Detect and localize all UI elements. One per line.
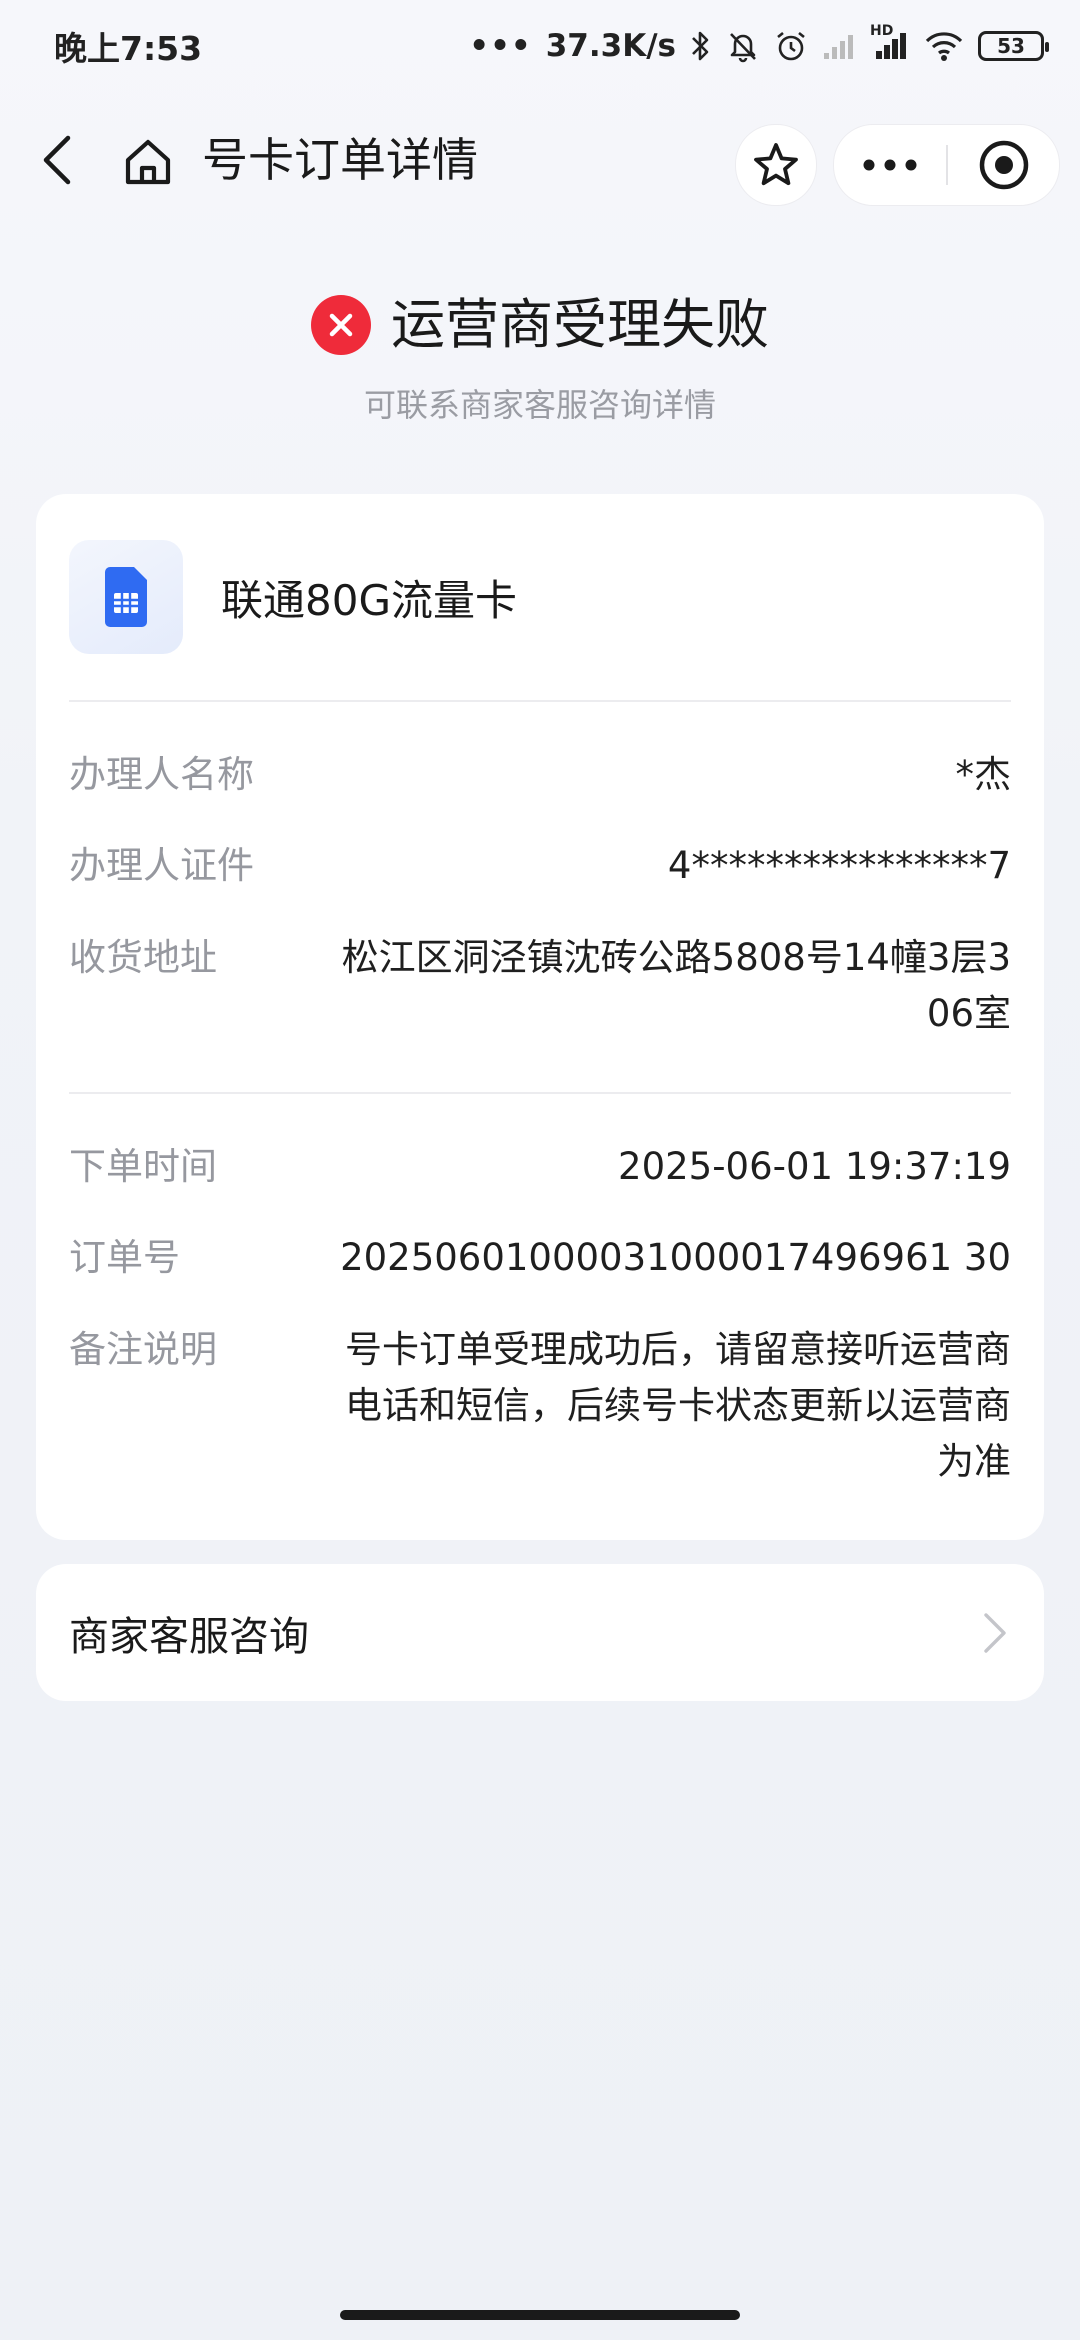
- remark-row: 备注说明 号卡订单受理成功后，请留意接听运营商电话和短信，后续号卡状态更新以运营…: [69, 1322, 1011, 1490]
- divider-2: [69, 1092, 1011, 1094]
- order-number-value: 20250601000031000017496961 30: [340, 1236, 1011, 1279]
- star-icon: [754, 143, 798, 186]
- product-row: 联通80G流量卡: [69, 540, 517, 654]
- applicant-id-label: 办理人证件: [69, 844, 254, 887]
- network-speed: 37.3K/s: [545, 28, 676, 64]
- order-status-header: 运营商受理失败 可联系商家客服咨询详情: [0, 290, 1080, 426]
- applicant-id-row: 办理人证件 4****************7: [69, 838, 1011, 894]
- order-number-row: 订单号 20250601000031000017496961 30: [69, 1230, 1011, 1286]
- order-detail-card: 联通80G流量卡 办理人名称 *杰 办理人证件 4***************…: [36, 494, 1044, 1540]
- home-button[interactable]: [118, 132, 178, 192]
- wifi-icon: [925, 32, 963, 61]
- chevron-right-icon: [984, 1612, 1006, 1653]
- sim-card-icon: [105, 567, 147, 627]
- mini-program-capsule: [833, 124, 1060, 206]
- applicant-name-row: 办理人名称 *杰: [69, 747, 1011, 803]
- home-icon: [125, 139, 171, 185]
- alarm-icon: [777, 31, 805, 61]
- fail-x-icon: [311, 295, 371, 355]
- order-status-line: 运营商受理失败: [311, 290, 769, 360]
- target-close-icon: [979, 140, 1028, 190]
- order-status-title: 运营商受理失败: [391, 293, 769, 356]
- order-status-subtitle: 可联系商家客服咨询详情: [363, 386, 716, 424]
- applicant-id-value: 4****************7: [667, 844, 1011, 887]
- shipping-address-row: 收货地址 松江区洞泾镇沈砖公路5808号14幢3层306室: [69, 930, 1011, 1042]
- status-bar: 晚上7:53 ••• 37.3K/s HD 53: [0, 0, 1080, 92]
- order-time-label: 下单时间: [69, 1145, 217, 1188]
- status-icons: ••• 37.3K/s HD 53: [469, 23, 1049, 64]
- hd-label: HD: [870, 23, 894, 39]
- back-button[interactable]: [28, 130, 88, 190]
- shipping-address-label: 收货地址: [69, 936, 217, 979]
- order-number-label: 订单号: [69, 1236, 180, 1279]
- more-button[interactable]: [834, 125, 946, 205]
- divider-1: [69, 700, 1011, 702]
- bluetooth-icon: [692, 31, 709, 61]
- more-dots-icon: [863, 159, 917, 171]
- applicant-name-value: *杰: [955, 753, 1012, 796]
- status-time: 晚上7:53: [54, 29, 203, 68]
- close-mini-program-button[interactable]: [948, 125, 1059, 205]
- remark-label: 备注说明: [69, 1328, 217, 1371]
- battery-indicator: 53: [978, 31, 1049, 61]
- signal-hd-icon: HD: [870, 23, 910, 61]
- remark-value: 号卡订单受理成功后，请留意接听运营商电话和短信，后续号卡状态更新以运营商为准: [345, 1328, 1011, 1483]
- mute-bell-icon: [730, 33, 756, 63]
- order-time-value: 2025-06-01 19:37:19: [618, 1145, 1011, 1188]
- merchant-service-label: 商家客服咨询: [69, 1613, 309, 1660]
- home-indicator[interactable]: [340, 2310, 740, 2320]
- product-icon-box: [69, 540, 183, 654]
- order-time-row: 下单时间 2025-06-01 19:37:19: [69, 1139, 1011, 1195]
- shipping-address-value: 松江区洞泾镇沈砖公路5808号14幢3层306室: [341, 936, 1011, 1035]
- favorite-button[interactable]: [735, 124, 817, 206]
- chevron-left-icon: [43, 135, 71, 185]
- product-name: 联通80G流量卡: [221, 575, 517, 625]
- page-title: 号卡订单详情: [202, 133, 478, 187]
- applicant-name-label: 办理人名称: [69, 753, 254, 796]
- nav-bar: 号卡订单详情: [0, 110, 1080, 210]
- merchant-service-button[interactable]: 商家客服咨询: [36, 1564, 1044, 1701]
- battery-level: 53: [997, 34, 1025, 58]
- dots-icon: •••: [469, 28, 532, 64]
- signal-weak-icon: [824, 35, 853, 59]
